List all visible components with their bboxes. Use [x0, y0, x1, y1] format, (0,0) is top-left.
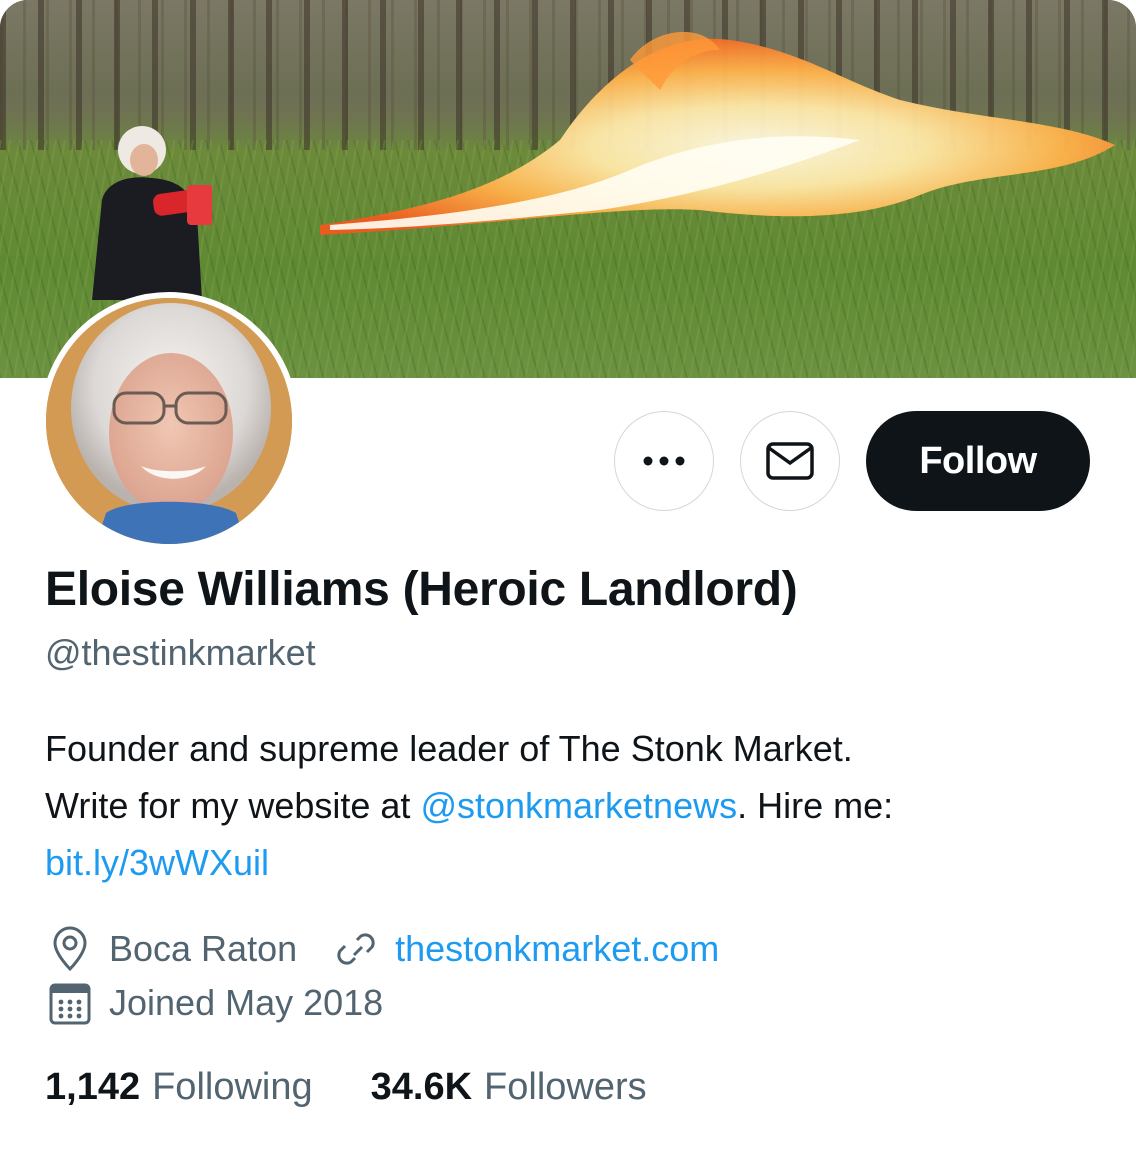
bio-text: Write for my website at [45, 785, 421, 826]
message-button[interactable] [740, 411, 840, 511]
banner-flames [320, 31, 1115, 235]
joined-text: Joined May 2018 [109, 982, 384, 1023]
following-stat[interactable]: 1,142 Following [45, 1066, 313, 1109]
website-link[interactable]: thestonkmarket.com [395, 928, 719, 970]
link-icon [331, 924, 381, 974]
profile-handle: @thestinkmarket [45, 632, 316, 673]
location-text: Boca Raton [109, 928, 298, 969]
calendar-icon [45, 978, 95, 1028]
more-options-button[interactable] [614, 411, 714, 511]
banner-person [92, 126, 212, 300]
profile-meta-row-joined: Joined May 2018 [45, 978, 383, 1028]
following-label: Following [152, 1066, 313, 1108]
followers-label: Followers [484, 1066, 647, 1108]
bio-line-2: Write for my website at @stonkmarketnews… [45, 777, 1105, 834]
profile-stats: 1,142 Following 34.6K Followers [45, 1066, 705, 1109]
bio-line-3: bit.ly/3wWXuil [45, 834, 1105, 891]
followers-count: 34.6K [370, 1066, 473, 1108]
bio-text: . Hire me: [737, 785, 894, 826]
following-count: 1,142 [45, 1066, 141, 1108]
more-icon [643, 456, 685, 466]
location-icon [45, 924, 95, 974]
profile-name: Eloise Williams (Heroic Landlord) [45, 563, 798, 616]
bio-line-1: Founder and supreme leader of The Stonk … [45, 728, 853, 769]
avatar-portrait [46, 298, 292, 544]
profile-avatar[interactable] [40, 292, 298, 550]
followers-stat[interactable]: 34.6K Followers [371, 1066, 647, 1109]
mail-icon [766, 442, 814, 480]
profile-meta-row: Boca Raton thestonkmarket.com [45, 924, 719, 974]
bio-url-link[interactable]: bit.ly/3wWXuil [45, 842, 269, 883]
bio-mention-link[interactable]: @stonkmarketnews [420, 785, 737, 826]
profile-bio: Founder and supreme leader of The Stonk … [45, 720, 1105, 891]
follow-button[interactable]: Follow [866, 411, 1090, 511]
